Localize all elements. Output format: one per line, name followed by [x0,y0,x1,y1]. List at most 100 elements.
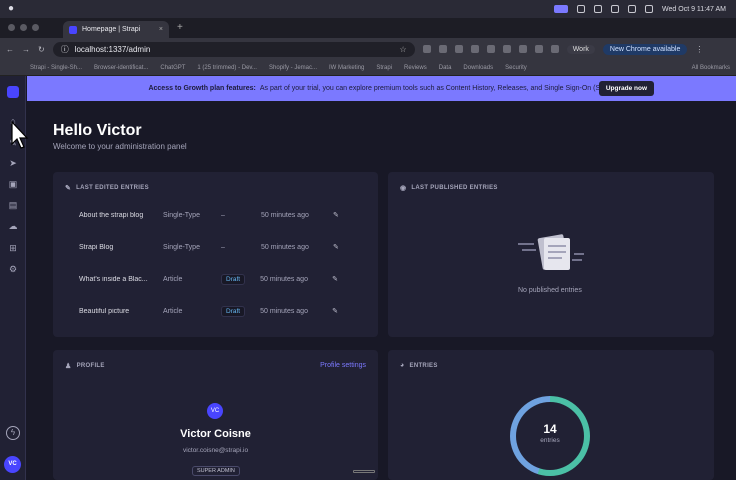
last-edited-entries-card: ✎ LAST EDITED ENTRIES About the strapi bl… [53,172,378,337]
address-bar[interactable]: ⓘ localhost:1337/admin ☆ [52,41,415,57]
entry-status: – [221,211,225,219]
extension-icon[interactable] [502,45,511,53]
extension-icon[interactable] [486,45,495,53]
browser-toolbar: ← → ↻ ⓘ localhost:1337/admin ☆ Work New … [0,38,736,60]
apple-icon[interactable]: ● [8,3,14,14]
role-badge: SUPER ADMIN [192,466,240,476]
profile-card: ♟ PROFILE Profile settings VC Victor Cois… [53,350,378,480]
edit-pencil-icon[interactable]: ✎ [333,211,339,219]
menu-extra-icon[interactable] [577,5,586,13]
last-published-entries-card: ◉ LAST PUBLISHED ENTRIES No published ent… [388,172,714,337]
deploy-icon[interactable]: ➤ [8,158,18,168]
banner-heading: Access to Growth plan features: [148,85,256,92]
published-icon: ◉ [400,185,407,192]
window-controls [0,24,47,38]
table-row[interactable]: What's inside a Blac... Article Draft 50… [79,272,349,286]
url-text: localhost:1337/admin [74,44,151,54]
bookmark-item[interactable]: ChatGPT [160,65,185,71]
menu-clock[interactable]: Wed Oct 9 11:47 AM [662,6,726,13]
bookmark-item[interactable]: IW Marketing [329,65,364,71]
zoom-window-button[interactable] [32,24,39,31]
site-info-icon[interactable]: ⓘ [61,44,69,55]
table-row[interactable]: Strapi Blog Single-Type – 50 minutes ago… [79,240,349,254]
entry-time: 50 minutes ago [261,243,309,251]
forward-icon[interactable]: → [22,45,30,54]
strapi-favicon-icon [69,25,77,34]
bookmark-item[interactable]: Security [505,65,527,71]
new-chrome-available-button[interactable]: New Chrome available [602,43,688,55]
settings-gear-icon[interactable]: ⚙ [8,264,18,274]
entry-name: Beautiful picture [79,307,130,315]
empty-documents-illustration-icon [518,234,584,270]
profile-avatar: VC [207,403,223,419]
extension-icon[interactable] [422,45,431,53]
entry-name: What's inside a Blac... [79,275,148,283]
bookmark-item[interactable]: Browser-identificat... [94,65,148,71]
reload-icon[interactable]: ↻ [38,45,45,54]
card-title: LAST EDITED ENTRIES [76,185,149,191]
table-row[interactable]: Beautiful picture Article Draft 50 minut… [79,304,349,318]
user-avatar[interactable]: VC [4,456,21,473]
bookmark-item[interactable]: Data [439,65,452,71]
entry-type: Article [163,307,183,315]
page-title: Hello Victor [53,122,142,139]
back-icon[interactable]: ← [6,45,14,54]
all-bookmarks-button[interactable]: All Bookmarks [692,65,736,71]
download-icon[interactable] [550,45,559,53]
browser-tab[interactable]: Homepage | Strapi × [63,21,169,38]
bookmark-star-icon[interactable]: ☆ [400,45,407,54]
bookmark-item[interactable]: Shopify - Jemac... [269,65,317,71]
entries-label: entries [540,437,560,444]
table-row[interactable]: About the strapi blog Single-Type – 50 m… [79,208,349,222]
edit-pencil-icon[interactable]: ✎ [333,243,339,251]
browser-tab-bar: Homepage | Strapi × + [0,18,736,38]
card-title: PROFILE [76,363,105,369]
extension-icon[interactable] [438,45,447,53]
cloud-icon[interactable]: ☁ [8,221,18,231]
trial-banner: Access to Growth plan features: As part … [27,76,736,101]
chrome-menu-icon[interactable]: ⋮ [695,45,703,54]
extension-icon[interactable] [454,45,463,53]
bookmark-item[interactable]: Downloads [463,65,493,71]
bookmark-item[interactable]: Reviews [404,65,427,71]
draft-badge: Draft [221,305,246,317]
content-type-builder-icon[interactable]: ▣ [8,179,18,189]
extensions-puzzle-icon[interactable] [534,45,543,53]
entry-time: 50 minutes ago [260,275,308,283]
extension-icon[interactable] [518,45,527,53]
trial-bolt-icon[interactable]: ϟ [6,426,20,440]
menu-extra-icon[interactable] [594,5,603,13]
edit-pencil-icon[interactable]: ✎ [332,307,338,315]
macos-menu-bar: ● Wed Oct 9 11:47 AM [0,0,736,18]
no-published-entries-text: No published entries [518,287,582,294]
profile-email: victor.coisne@strapi.io [182,447,249,454]
wifi-icon[interactable] [628,5,637,13]
entries-icon: ◕ [400,362,405,369]
scroll-indicator [353,470,375,473]
entry-time: 50 minutes ago [260,307,308,315]
entry-time: 50 minutes ago [261,211,309,219]
profile-settings-link[interactable]: Profile settings [320,362,366,369]
upgrade-now-button[interactable]: Upgrade now [598,81,654,96]
tab-title: Homepage | Strapi [82,26,141,33]
mouse-cursor-icon [11,120,29,149]
bookmark-item[interactable]: Strapi [376,65,392,71]
menu-extra-icon[interactable] [611,5,620,13]
bookmark-item[interactable]: Strapi - Single-Sh... [30,65,82,71]
bookmark-item[interactable]: 1 (25 trimmed) - Dev... [197,65,257,71]
profile-name: Victor Coisne [180,428,251,440]
extension-icon[interactable] [470,45,479,53]
close-window-button[interactable] [8,24,15,31]
screen-record-icon[interactable] [554,5,569,13]
new-tab-button[interactable]: + [169,22,183,38]
minimize-window-button[interactable] [20,24,27,31]
close-tab-icon[interactable]: × [159,26,163,33]
control-center-icon[interactable] [645,5,654,13]
edit-pencil-icon[interactable]: ✎ [332,275,338,283]
entry-name: About the strapi blog [79,211,144,219]
strapi-logo-icon[interactable] [7,86,19,98]
profile-button[interactable]: Work [566,44,595,54]
media-library-icon[interactable]: ▤ [8,200,18,210]
marketplace-cart-icon[interactable]: ⊞ [8,243,18,253]
bookmarks-bar: Strapi - Single-Sh... Browser-identificat… [0,60,736,76]
